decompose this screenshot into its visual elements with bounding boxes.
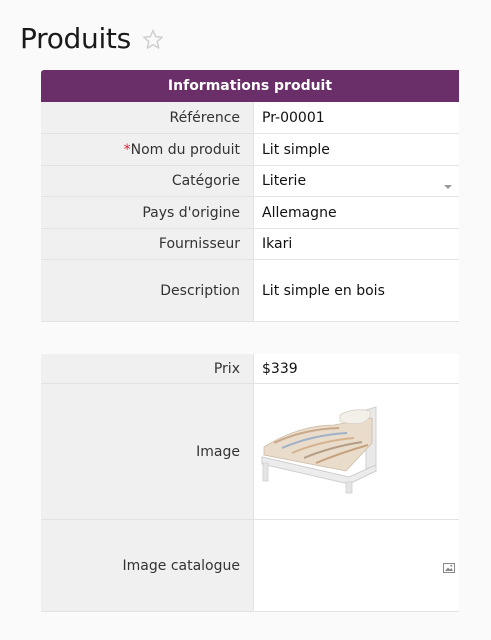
fournisseur-value: Ikari	[262, 236, 293, 252]
fournisseur-field[interactable]: Ikari	[253, 229, 459, 259]
row-categorie: Catégorie Literie	[41, 166, 459, 197]
categorie-label: Catégorie	[41, 166, 253, 196]
section-header: Informations produit	[41, 70, 459, 102]
reference-value: Pr-00001	[262, 109, 325, 126]
row-fournisseur: Fournisseur Ikari	[41, 229, 459, 260]
image-field[interactable]	[253, 384, 459, 519]
required-marker: *	[123, 141, 131, 158]
star-outline-icon[interactable]	[141, 28, 165, 52]
page-title: Produits	[20, 21, 131, 55]
image-catalogue-label: Image catalogue	[41, 520, 253, 611]
fournisseur-label: Fournisseur	[41, 229, 253, 259]
row-nom: * Nom du produit Lit simple	[41, 134, 459, 166]
prix-value: $339	[262, 360, 298, 377]
nom-field[interactable]: Lit simple	[253, 134, 459, 165]
description-label: Description	[41, 260, 253, 321]
description-value: Lit simple en bois	[262, 282, 385, 299]
pays-value: Allemagne	[262, 204, 337, 221]
row-prix: Prix $339	[41, 354, 459, 384]
row-reference: Référence Pr-00001	[41, 102, 459, 134]
row-pays: Pays d'origine Allemagne	[41, 197, 459, 229]
section-title: Informations produit	[167, 78, 333, 94]
pays-field[interactable]: Allemagne	[253, 197, 459, 228]
product-image[interactable]	[254, 385, 389, 518]
image-label: Image	[41, 384, 253, 519]
nom-label: * Nom du produit	[41, 134, 253, 165]
pays-label: Pays d'origine	[41, 197, 253, 228]
prix-label: Prix	[41, 354, 253, 383]
product-form: Informations produit Référence Pr-00001 …	[41, 70, 459, 612]
nom-value: Lit simple	[262, 141, 330, 158]
prix-field[interactable]: $339	[253, 354, 459, 383]
categorie-select[interactable]: Literie	[253, 166, 459, 196]
row-description: Description Lit simple en bois	[41, 260, 459, 322]
row-image: Image	[41, 384, 459, 520]
categorie-value: Literie	[262, 173, 307, 189]
page-header: Produits	[20, 18, 165, 58]
chevron-down-icon[interactable]	[443, 178, 453, 189]
description-field[interactable]: Lit simple en bois	[253, 260, 459, 321]
row-image-catalogue: Image catalogue	[41, 520, 459, 612]
image-icon[interactable]	[443, 561, 455, 573]
nom-label-text: Nom du produit	[130, 141, 240, 158]
reference-field[interactable]: Pr-00001	[253, 102, 459, 133]
image-catalogue-field[interactable]	[253, 520, 459, 611]
reference-label: Référence	[41, 102, 253, 133]
bed-icon	[261, 406, 377, 494]
